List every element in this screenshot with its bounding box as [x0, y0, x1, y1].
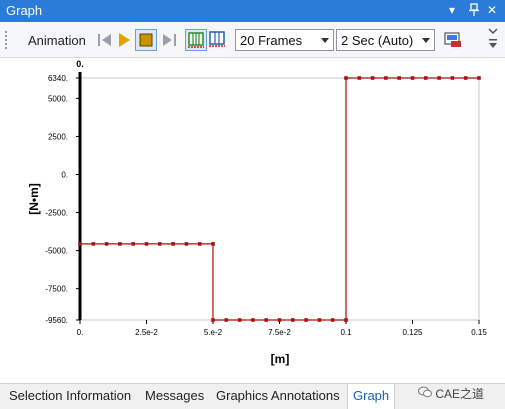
data-point [330, 318, 335, 322]
data-point [251, 318, 255, 322]
result-sets-button[interactable] [207, 29, 229, 51]
data-point [264, 318, 268, 322]
play-icon [119, 33, 130, 47]
x-tick-label: 0.1 [340, 328, 352, 337]
stop-icon [139, 33, 153, 47]
toolbar-overflow-button[interactable] [486, 25, 500, 48]
watermark-text: CAE之道 [435, 387, 485, 401]
frames-green-icon [188, 32, 204, 48]
data-point [158, 242, 162, 246]
x-tick-label: 0. [77, 328, 84, 337]
data-point [171, 242, 175, 246]
data-point [211, 318, 215, 322]
data-point [118, 242, 122, 246]
play-button[interactable] [113, 29, 135, 51]
close-icon[interactable]: ✕ [487, 3, 497, 17]
export-video-button[interactable] [443, 29, 465, 51]
tab-selection-information[interactable]: Selection Information [9, 388, 131, 403]
x-tick-label: 0.15 [471, 328, 487, 337]
data-point [184, 242, 189, 246]
distributed-frames-button[interactable] [185, 29, 207, 51]
data-point [344, 318, 348, 322]
duration-select[interactable]: 2 Sec (Auto) [336, 29, 435, 51]
y-tick-label: 6340. [48, 74, 68, 83]
x-tick-label: 2.5e-2 [135, 328, 158, 337]
y-tick-label: -5000. [45, 247, 68, 256]
x-tick-label: 7.5e-2 [268, 328, 291, 337]
y-tick-label: 0. [61, 170, 68, 179]
tab-graph[interactable]: Graph [347, 384, 396, 409]
watermark: CAE之道 [418, 385, 484, 402]
y-tick-label: -7500. [45, 285, 68, 294]
frames-select-value: 20 Frames [240, 33, 303, 48]
data-point [344, 76, 348, 80]
y-tick-label: -9560. [45, 316, 68, 325]
data-point [424, 76, 428, 80]
data-point [277, 318, 282, 322]
overflow-chevron-icon [488, 28, 498, 48]
chevron-down-icon [321, 38, 329, 43]
title-bar: Graph ▾ ✕ [0, 0, 505, 22]
wechat-icon [418, 386, 435, 401]
data-point [291, 318, 295, 322]
data-point [91, 242, 96, 246]
data-point [131, 242, 135, 246]
data-point [304, 318, 308, 322]
data-point [78, 242, 82, 246]
frames-select[interactable]: 20 Frames [235, 29, 334, 51]
data-point [197, 242, 202, 246]
x-tick-label: 5.e-2 [204, 328, 223, 337]
data-point [450, 76, 455, 80]
chart-top-label: 0. [76, 59, 84, 69]
data-point [317, 318, 322, 322]
data-point [357, 76, 362, 80]
tab-graphics-annotations[interactable]: Graphics Annotations [216, 388, 340, 403]
dropdown-icon[interactable]: ▾ [449, 3, 455, 17]
y-axis-label: [N•m] [27, 183, 41, 215]
data-point [410, 76, 415, 80]
x-axis-label: [m] [271, 352, 290, 366]
animation-label: Animation [28, 33, 86, 48]
export-video-icon [444, 32, 461, 47]
data-point [477, 76, 481, 80]
x-tick-label: 0.125 [402, 328, 423, 337]
next-frame-button[interactable] [158, 29, 180, 51]
pin-icon[interactable] [469, 3, 479, 20]
data-point [463, 76, 468, 80]
y-tick-label: -2500. [45, 209, 68, 218]
data-point [370, 76, 375, 80]
stop-button[interactable] [135, 29, 157, 51]
data-point [224, 318, 229, 322]
window-title: Graph [6, 3, 43, 18]
plot-area [79, 77, 480, 321]
tab-messages[interactable]: Messages [145, 388, 204, 403]
data-point [437, 76, 441, 80]
animation-toolbar: Animation 20 Frames 2 Sec (Auto) [0, 22, 505, 58]
data-point [144, 242, 149, 246]
graph-chart: 6340. 5000. 2500. 0. -2500. -5000. -7500. -9560… [0, 58, 505, 383]
toolbar-grip-icon[interactable] [4, 30, 8, 50]
y-tick-label: 5000. [48, 94, 68, 103]
y-tick-label: 2500. [48, 132, 68, 141]
data-point [211, 242, 215, 246]
frames-blue-icon [209, 31, 225, 47]
data-point [397, 76, 401, 80]
duration-select-value: 2 Sec (Auto) [341, 33, 414, 48]
data-point [104, 242, 109, 246]
chevron-down-icon [422, 38, 430, 43]
skip-forward-icon [163, 34, 176, 46]
data-point [384, 76, 388, 80]
data-point [237, 318, 242, 322]
